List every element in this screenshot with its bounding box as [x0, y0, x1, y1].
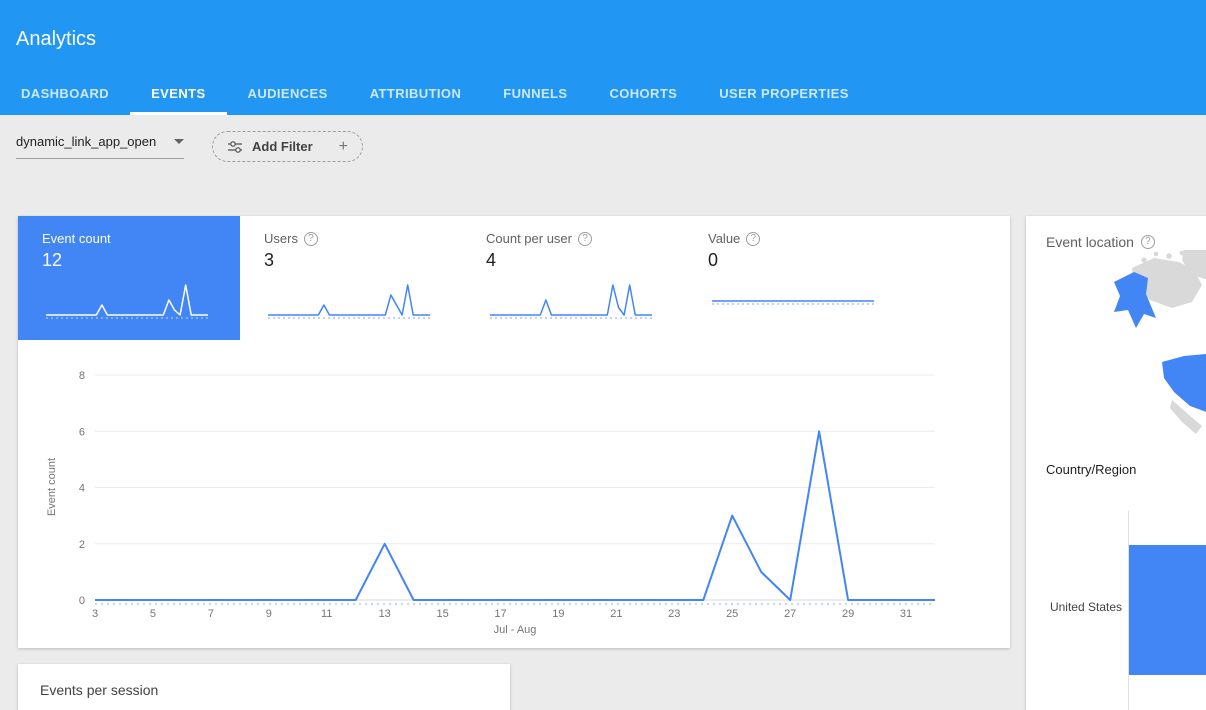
metric-label: Event count	[42, 231, 111, 246]
metric-value: 0	[708, 250, 906, 271]
country-bar-united-states[interactable]	[1129, 545, 1206, 675]
map-region-united-states	[1162, 354, 1206, 414]
svg-text:21: 21	[610, 608, 622, 620]
country-row-label: United States	[1026, 600, 1122, 614]
event-location-title: Event location	[1046, 234, 1134, 250]
event-location-card: Event location ? Country/Region United S…	[1026, 216, 1206, 710]
svg-text:3: 3	[92, 608, 98, 620]
metric-label: Users	[264, 231, 298, 246]
metric-label: Value	[708, 231, 740, 246]
country-region-header: Country/Region	[1046, 462, 1136, 477]
nav-tabs: DASHBOARD EVENTS AUDIENCES ATTRIBUTION F…	[0, 73, 870, 115]
svg-text:Jul - Aug: Jul - Aug	[494, 624, 537, 636]
tab-funnels[interactable]: FUNNELS	[482, 73, 588, 115]
metric-tab-users[interactable]: Users ? 3	[240, 216, 462, 340]
metric-sparkline	[264, 277, 434, 323]
filter-icon	[227, 139, 243, 155]
svg-text:4: 4	[79, 483, 85, 495]
svg-text:13: 13	[379, 608, 391, 620]
metric-tab-event-count[interactable]: Event count 12	[18, 216, 240, 340]
svg-text:5: 5	[150, 608, 156, 620]
tab-user-properties[interactable]: USER PROPERTIES	[698, 73, 870, 115]
svg-text:2: 2	[79, 539, 85, 551]
svg-text:31: 31	[900, 608, 912, 620]
metric-value: 3	[264, 250, 462, 271]
metric-tab-value[interactable]: Value ? 0	[684, 216, 906, 340]
svg-text:29: 29	[842, 608, 854, 620]
svg-text:7: 7	[208, 608, 214, 620]
svg-text:6: 6	[79, 426, 85, 438]
event-selector-dropdown[interactable]: dynamic_link_app_open	[16, 134, 184, 159]
metric-tab-count-per-user[interactable]: Count per user ? 4	[462, 216, 684, 340]
add-icon: +	[339, 138, 348, 156]
svg-text:25: 25	[726, 608, 738, 620]
svg-text:0: 0	[79, 595, 85, 607]
help-icon[interactable]: ?	[578, 232, 592, 246]
metric-sparkline	[708, 277, 878, 323]
events-per-session-title: Events per session	[40, 682, 158, 698]
svg-text:19: 19	[552, 608, 564, 620]
world-map[interactable]	[1084, 250, 1206, 465]
events-chart-card: Event count 12 Users ? 3 Count per user …	[18, 216, 1010, 648]
metric-sparkline	[42, 277, 212, 323]
tab-audiences[interactable]: AUDIENCES	[227, 73, 349, 115]
metric-sparkline	[486, 277, 656, 323]
svg-text:15: 15	[436, 608, 448, 620]
tab-attribution[interactable]: ATTRIBUTION	[349, 73, 483, 115]
svg-text:11: 11	[321, 608, 332, 620]
help-icon[interactable]: ?	[304, 232, 318, 246]
events-per-session-card: Events per session	[18, 664, 510, 710]
dropdown-arrow-icon	[174, 139, 184, 144]
event-count-line-chart: 0 2 4 6 8 3 5 7 9 11 13 15 17 19 21 23 25 27 29 31 Jul - Aug	[48, 366, 968, 641]
event-selector-value: dynamic_link_app_open	[16, 134, 156, 149]
svg-text:27: 27	[784, 608, 796, 620]
help-icon[interactable]: ?	[1141, 235, 1155, 249]
metric-value: 12	[42, 250, 240, 271]
app-header: Analytics DASHBOARD EVENTS AUDIENCES ATT…	[0, 0, 1206, 115]
add-filter-label: Add Filter	[252, 139, 313, 154]
metric-label: Count per user	[486, 231, 572, 246]
svg-text:8: 8	[79, 370, 85, 382]
tab-dashboard[interactable]: DASHBOARD	[0, 73, 130, 115]
tab-events[interactable]: EVENTS	[130, 73, 226, 115]
page-title: Analytics	[16, 28, 96, 51]
svg-text:9: 9	[266, 608, 272, 620]
metric-tabs: Event count 12 Users ? 3 Count per user …	[18, 216, 906, 340]
svg-text:23: 23	[668, 608, 680, 620]
add-filter-button[interactable]: Add Filter +	[212, 131, 363, 162]
tab-cohorts[interactable]: COHORTS	[588, 73, 698, 115]
svg-text:17: 17	[494, 608, 506, 620]
help-icon[interactable]: ?	[746, 232, 760, 246]
metric-value: 4	[486, 250, 684, 271]
